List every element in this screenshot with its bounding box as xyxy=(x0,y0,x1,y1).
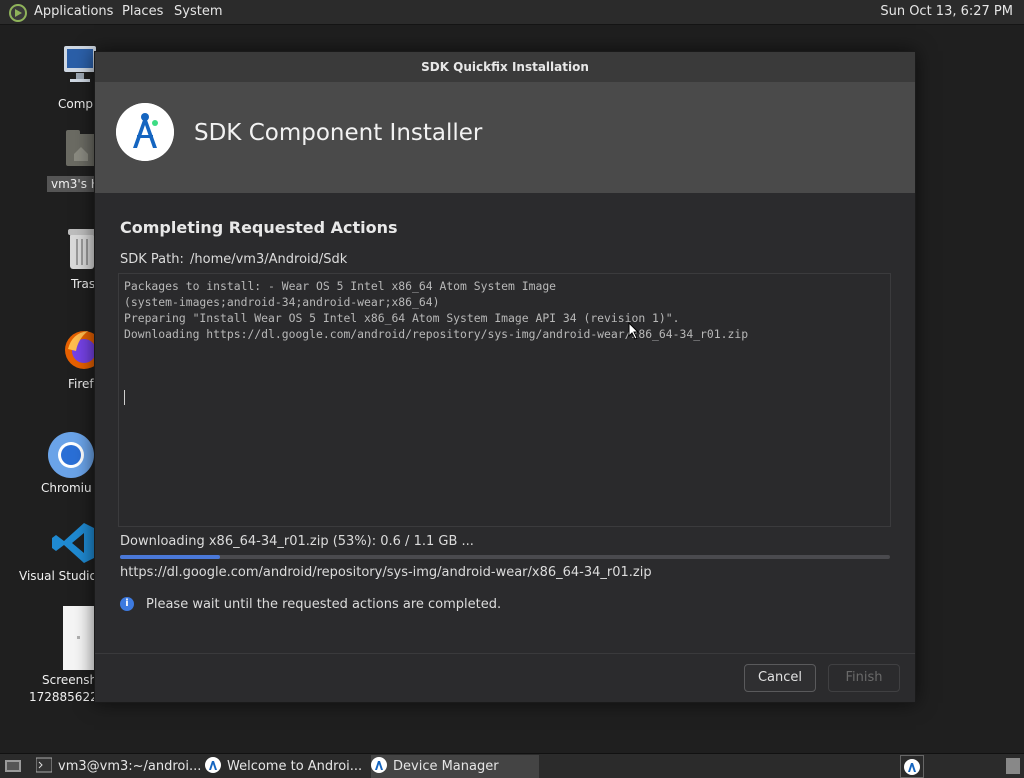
sdk-quickfix-dialog: SDK Quickfix Installation SDK Component … xyxy=(94,51,916,703)
firefox-icon xyxy=(65,331,96,369)
clock[interactable]: Sun Oct 13, 6:27 PM xyxy=(880,4,1013,19)
desktop-icon-label: Tras xyxy=(71,277,96,291)
screenshot-file-icon xyxy=(63,606,95,670)
desktop-icon-label: Visual Studio xyxy=(19,569,97,583)
log-line: Downloading https://dl.google.com/androi… xyxy=(124,327,749,341)
sdk-path-value: /home/vm3/Android/Sdk xyxy=(190,252,348,267)
dialog-titlebar[interactable]: SDK Quickfix Installation xyxy=(95,52,915,82)
android-studio-icon xyxy=(205,757,221,773)
download-status-text: Downloading x86_64-34_r01.zip (53%): 0.6… xyxy=(120,534,474,549)
download-progress-fill xyxy=(120,555,221,559)
applications-menu[interactable]: Applications xyxy=(34,4,113,19)
android-studio-icon xyxy=(371,757,387,773)
distro-logo-icon[interactable] xyxy=(9,4,27,22)
home-folder-icon xyxy=(66,130,96,166)
top-panel: Applications Places System Sun Oct 13, 6… xyxy=(0,0,1024,25)
taskbar-item-label: vm3@vm3:~/androi... xyxy=(58,759,202,774)
log-line: (system-images;android-34;android-wear;x… xyxy=(124,295,440,309)
dialog-header: SDK Component Installer xyxy=(95,82,915,193)
computer-icon xyxy=(64,46,96,82)
info-message: Please wait until the requested actions … xyxy=(146,597,502,612)
taskbar: vm3@vm3:~/androi... Welcome to Androi...… xyxy=(0,753,1024,778)
taskbar-item-label: Welcome to Androi... xyxy=(227,759,363,774)
finish-button[interactable]: Finish xyxy=(828,664,900,692)
download-progress-bar xyxy=(120,555,890,559)
desktop-icon-label-line2: 172885622 xyxy=(29,690,98,704)
chromium-icon xyxy=(48,432,94,478)
desktop-icon-label: Comp xyxy=(58,97,94,111)
dialog-header-title: SDK Component Installer xyxy=(194,120,483,146)
text-caret xyxy=(124,390,125,405)
info-icon: i xyxy=(120,597,134,611)
sdk-path-label: SDK Path: xyxy=(120,252,184,267)
install-log-textarea[interactable]: Packages to install: - Wear OS 5 Intel x… xyxy=(118,273,891,527)
desktop-icon-label: Firef xyxy=(68,377,94,391)
footer-divider xyxy=(95,653,915,654)
taskbar-item-welcome-android-studio[interactable]: Welcome to Androi... xyxy=(205,755,369,778)
log-line: Packages to install: - Wear OS 5 Intel x… xyxy=(124,279,557,293)
tray-android-studio[interactable] xyxy=(900,755,924,778)
show-desktop-icon[interactable] xyxy=(4,758,22,774)
system-menu[interactable]: System xyxy=(174,4,222,19)
vscode-icon xyxy=(52,523,94,563)
taskbar-item-device-manager[interactable]: Device Manager xyxy=(371,755,539,778)
android-studio-icon xyxy=(904,759,920,775)
log-line: Preparing "Install Wear OS 5 Intel x86_6… xyxy=(124,311,680,325)
trash-icon xyxy=(68,229,96,269)
cancel-button[interactable]: Cancel xyxy=(744,664,816,692)
android-studio-logo-icon xyxy=(116,103,174,161)
workspace-switcher[interactable] xyxy=(1006,758,1020,774)
section-title: Completing Requested Actions xyxy=(120,218,398,237)
taskbar-item-label: Device Manager xyxy=(393,759,499,774)
places-menu[interactable]: Places xyxy=(122,4,163,19)
download-url-text: https://dl.google.com/android/repository… xyxy=(120,565,652,580)
terminal-icon xyxy=(36,757,52,773)
taskbar-item-terminal[interactable]: vm3@vm3:~/androi... xyxy=(36,755,202,778)
mouse-pointer-icon xyxy=(628,322,640,340)
desktop-icon-label: Screensh xyxy=(42,673,98,687)
desktop-icon-label: Chromiu xyxy=(41,481,92,495)
